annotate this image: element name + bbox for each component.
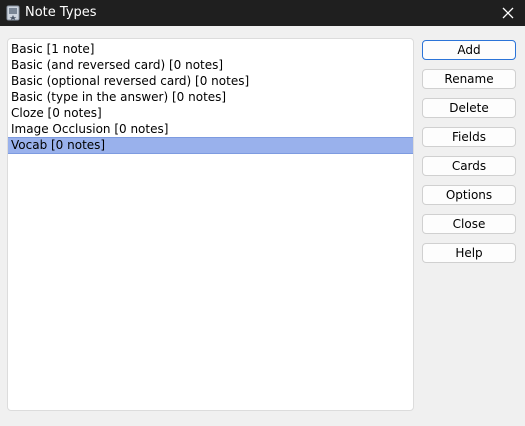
list-item-basic-optional-reversed[interactable]: Basic (optional reversed card) [0 notes] (8, 73, 413, 89)
list-item-image-occlusion[interactable]: Image Occlusion [0 notes] (8, 121, 413, 137)
help-button[interactable]: Help (422, 243, 516, 263)
window-title: Note Types (25, 5, 97, 20)
cards-button[interactable]: Cards (422, 156, 516, 176)
note-types-window: Note Types Basic [1 note] Basic (and rev… (0, 0, 525, 426)
add-button[interactable]: Add (422, 40, 516, 60)
close-button[interactable]: Close (422, 214, 516, 234)
anki-app-icon (6, 5, 20, 21)
list-item-basic[interactable]: Basic [1 note] (8, 41, 413, 57)
delete-button[interactable]: Delete (422, 98, 516, 118)
options-button[interactable]: Options (422, 185, 516, 205)
list-item-basic-type-answer[interactable]: Basic (type in the answer) [0 notes] (8, 89, 413, 105)
title-bar[interactable]: Note Types (0, 0, 525, 26)
close-icon[interactable] (499, 4, 517, 22)
note-types-list[interactable]: Basic [1 note] Basic (and reversed card)… (7, 38, 414, 411)
rename-button[interactable]: Rename (422, 69, 516, 89)
list-item-vocab[interactable]: Vocab [0 notes] (8, 137, 413, 154)
list-item-basic-and-reversed[interactable]: Basic (and reversed card) [0 notes] (8, 57, 413, 73)
list-item-cloze[interactable]: Cloze [0 notes] (8, 105, 413, 121)
fields-button[interactable]: Fields (422, 127, 516, 147)
